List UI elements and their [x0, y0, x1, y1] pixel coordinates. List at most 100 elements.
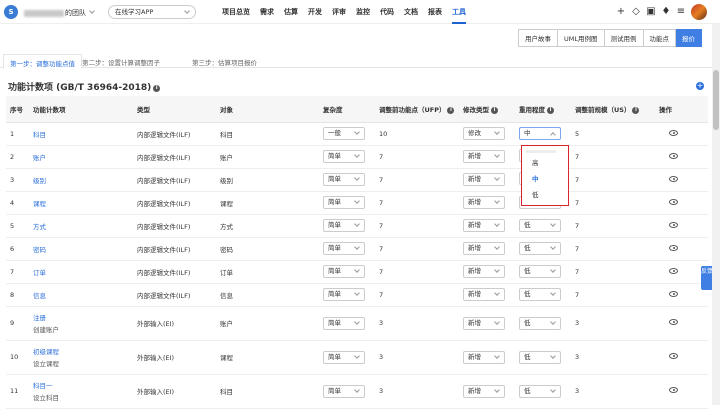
- tab-step-2[interactable]: 第二步：设置计算调整因子: [82, 57, 160, 67]
- eye-icon[interactable]: [669, 353, 678, 359]
- chevron-down-icon: [494, 386, 500, 393]
- complexity-select[interactable]: 简单: [323, 196, 365, 209]
- nav-item[interactable]: 项目总览: [222, 0, 250, 24]
- nav-item[interactable]: 报表: [428, 0, 442, 24]
- info-icon[interactable]: i: [491, 106, 498, 114]
- briefcase-icon[interactable]: ▣: [644, 5, 658, 19]
- bell-icon[interactable]: ♦: [659, 5, 673, 19]
- complexity-select[interactable]: 简单: [323, 173, 365, 186]
- chevron-down-icon: [354, 198, 360, 204]
- function-item-link[interactable]: 订单: [33, 269, 46, 277]
- reuse-select[interactable]: 低: [519, 384, 561, 398]
- subtab[interactable]: UML用例图: [558, 29, 605, 47]
- subtab[interactable]: 测试用例: [604, 29, 644, 47]
- modify-type-select[interactable]: 新增: [463, 384, 505, 398]
- reuse-option-medium[interactable]: 中: [532, 173, 539, 183]
- layers-icon[interactable]: ◇: [629, 5, 643, 19]
- info-icon[interactable]: i: [153, 85, 161, 92]
- complexity-select[interactable]: 简单: [323, 384, 365, 398]
- reuse-option-low[interactable]: 低: [532, 189, 539, 199]
- column-header-label: 调整前功能点（UFP）: [379, 105, 446, 114]
- reuse-select[interactable]: 中: [519, 127, 561, 140]
- modify-type-select[interactable]: 新增: [463, 242, 505, 255]
- reuse-select[interactable]: 低: [519, 288, 561, 301]
- nav-item[interactable]: 监控: [356, 0, 370, 24]
- function-item-link[interactable]: 信息: [33, 292, 46, 300]
- complexity-select[interactable]: 简单: [323, 150, 365, 163]
- modify-type-select[interactable]: 新增: [463, 173, 505, 186]
- function-item-link[interactable]: 初级课程: [33, 348, 59, 356]
- eye-icon[interactable]: [669, 319, 678, 325]
- function-item-link[interactable]: 密码: [33, 246, 46, 254]
- function-item-link[interactable]: 账户: [33, 154, 46, 162]
- function-item-link[interactable]: 科目: [33, 131, 46, 139]
- modify-type-select[interactable]: 新增: [463, 196, 505, 209]
- function-item-link[interactable]: 级别: [33, 177, 46, 185]
- settings-sliders-icon[interactable]: ≡: [674, 5, 688, 19]
- info-icon[interactable]: i: [447, 106, 455, 114]
- avatar[interactable]: [691, 4, 707, 20]
- modify-type-select[interactable]: 新增: [463, 316, 505, 330]
- nav-item[interactable]: 工具: [452, 0, 466, 24]
- info-icon[interactable]: i: [547, 106, 554, 114]
- subtab[interactable]: 报价: [676, 29, 702, 47]
- subtab[interactable]: 功能点: [643, 29, 676, 47]
- function-item-link[interactable]: 课程: [33, 200, 46, 208]
- modify-type-select[interactable]: 新增: [463, 150, 505, 163]
- project-select[interactable]: 在线学习APP: [108, 5, 196, 19]
- reuse-select[interactable]: 低: [519, 265, 561, 278]
- app-logo[interactable]: S: [4, 5, 18, 19]
- complexity-select[interactable]: 一般: [323, 127, 365, 140]
- us-cell: 7: [571, 237, 655, 261]
- eye-icon[interactable]: [669, 152, 678, 159]
- modify-type-select[interactable]: 新增: [463, 350, 505, 364]
- function-item-link[interactable]: 注册: [33, 314, 46, 322]
- modify-type-select[interactable]: 新增: [463, 265, 505, 278]
- reuse-select[interactable]: 低: [519, 350, 561, 364]
- function-item-link[interactable]: 科目一: [33, 382, 53, 390]
- complexity-select[interactable]: 简单: [323, 316, 365, 330]
- plus-icon[interactable]: +: [614, 5, 628, 19]
- nav-item[interactable]: 文档: [404, 0, 418, 24]
- reuse-select[interactable]: 低: [519, 219, 561, 232]
- nav-item[interactable]: 开发: [308, 0, 322, 24]
- row-number: 11: [6, 374, 29, 409]
- add-item-button[interactable]: +: [696, 82, 704, 90]
- nav-item[interactable]: 代码: [380, 0, 394, 24]
- modify-type-select[interactable]: 新增: [463, 288, 505, 301]
- reuse-option-high[interactable]: 高: [532, 157, 539, 167]
- eye-icon[interactable]: [669, 198, 678, 205]
- reuse-value: 中: [524, 129, 531, 137]
- complexity-select[interactable]: 简单: [323, 242, 365, 255]
- eye-icon[interactable]: [669, 129, 678, 136]
- subtab[interactable]: 用户故事: [518, 29, 558, 47]
- complexity-select[interactable]: 简单: [323, 350, 365, 364]
- eye-icon[interactable]: [669, 267, 678, 274]
- nav-item[interactable]: 评审: [332, 0, 346, 24]
- nav-item[interactable]: 估算: [284, 0, 298, 24]
- eye-icon[interactable]: [669, 387, 678, 393]
- eye-icon[interactable]: [669, 290, 678, 297]
- function-item-link[interactable]: 方式: [33, 223, 46, 231]
- tab-step-1[interactable]: 第一步：调整功能点值: [3, 54, 82, 69]
- nav-item[interactable]: 需求: [260, 0, 274, 24]
- eye-icon[interactable]: [669, 221, 678, 228]
- function-count-table: 序号 功能计数项 类型 对象 复杂度 调整前功能点（UFP） i 修改类型 i 重用程度 i 调整前规…: [6, 96, 708, 409]
- eye-icon[interactable]: [669, 244, 678, 251]
- function-item-sub: 设立课程: [33, 360, 59, 368]
- scrollbar-thumb[interactable]: [713, 70, 719, 130]
- reuse-select[interactable]: 低: [519, 316, 561, 330]
- modify-type-cell: 新增: [459, 306, 515, 341]
- complexity-select[interactable]: 简单: [323, 288, 365, 301]
- reuse-select[interactable]: 低: [519, 242, 561, 255]
- scrollbar[interactable]: [712, 24, 720, 405]
- complexity-select[interactable]: 简单: [323, 265, 365, 278]
- info-icon[interactable]: i: [632, 106, 640, 114]
- reuse-dropdown: 高 中 低: [521, 145, 569, 206]
- team-switcher[interactable]: 的团队: [24, 8, 95, 18]
- modify-type-select[interactable]: 新增: [463, 219, 505, 232]
- complexity-select[interactable]: 简单: [323, 219, 365, 232]
- tab-step-3[interactable]: 第三步：估算项目报价: [192, 57, 257, 67]
- eye-icon[interactable]: [669, 175, 678, 182]
- modify-type-select[interactable]: 修改: [463, 127, 505, 140]
